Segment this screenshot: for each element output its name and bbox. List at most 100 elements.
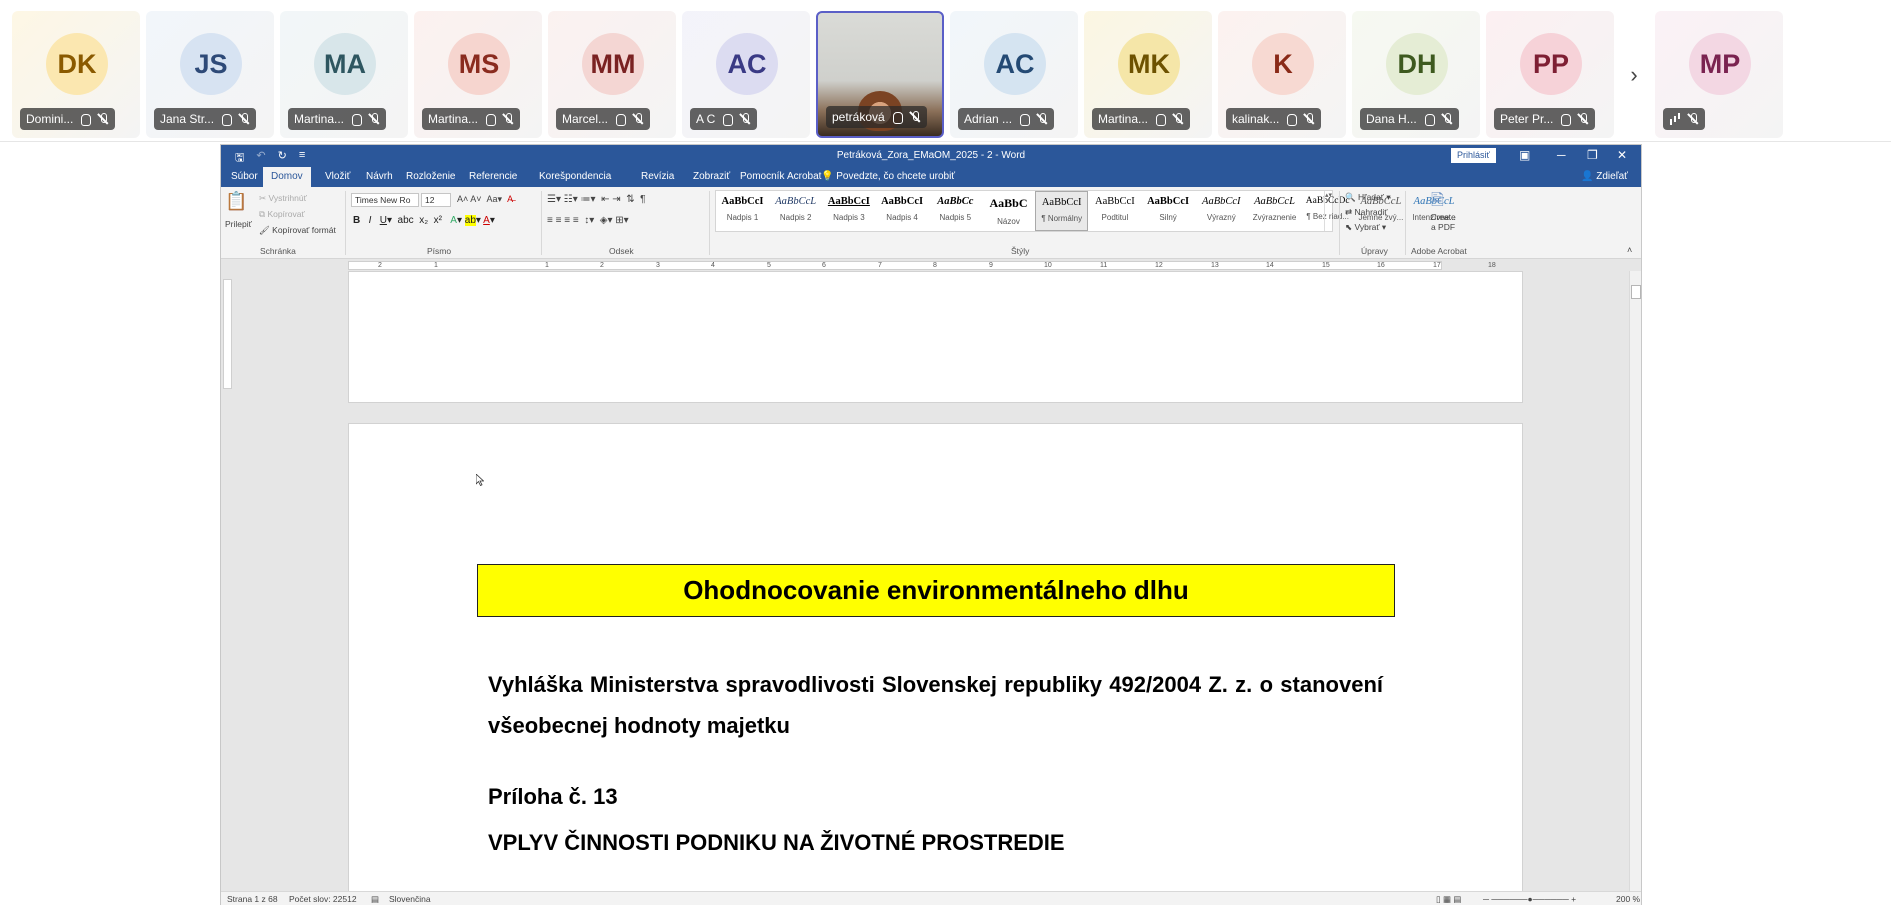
format-painter-button[interactable]: 🖌 Kopírovať formát — [259, 225, 336, 236]
tab-acrobat[interactable]: Acrobat — [787, 171, 821, 182]
participant-tile[interactable]: MA Martina... — [280, 11, 408, 138]
hand-icon — [350, 113, 363, 126]
status-bar: Strana 1 z 68 Počet slov: 22512 ▤ Sloven… — [221, 891, 1641, 905]
page-indicator[interactable]: Strana 1 z 68 — [227, 894, 278, 904]
participant-tile[interactable]: Kkalinak... — [1218, 11, 1346, 138]
font-group-label: Písmo — [427, 246, 452, 256]
styles-more-icon[interactable]: ▴▾ — [1324, 191, 1332, 231]
style-item[interactable]: AaBbCcL Nadpis 2 — [769, 191, 822, 231]
word-count[interactable]: Počet slov: 22512 — [289, 894, 357, 904]
participant-name: Martina... — [294, 112, 345, 126]
style-label: Nadpis 1 — [726, 213, 759, 222]
style-item[interactable]: AaBbCc Nadpis 5 — [929, 191, 982, 231]
select-button[interactable]: ⬉ Vybrať ▾ — [1345, 222, 1386, 233]
participant-name: Jana Str... — [160, 112, 215, 126]
document-title-banner: Ohodnocovanie environmentálneho dlhu — [477, 564, 1395, 617]
ribbon: 📋 Prilepiť ✂ Vystrihnúť ⧉ Kopírovať 🖌 Ko… — [221, 187, 1641, 259]
scrollbar-thumb[interactable] — [1631, 285, 1641, 299]
style-item[interactable]: AaBbCcI Podtitul — [1088, 191, 1141, 231]
tab-subor[interactable]: Súbor — [231, 171, 258, 182]
document-page-2[interactable]: Ohodnocovanie environmentálneho dlhu Vyh… — [348, 423, 1523, 891]
tab-revizia[interactable]: Revízia — [641, 171, 674, 182]
tab-korespondencia[interactable]: Korešpondencia — [539, 171, 611, 182]
tab-vlozit[interactable]: Vložiť — [325, 171, 350, 182]
participant-tile[interactable]: DK Domini... — [12, 11, 140, 138]
next-participants-button[interactable]: › — [1616, 11, 1652, 138]
ruler-number: 7 — [878, 262, 882, 269]
ruler-number: 14 — [1266, 262, 1274, 269]
restore-icon[interactable]: ❐ — [1587, 148, 1598, 162]
find-button[interactable]: 🔍 Hľadať ▾ — [1345, 192, 1391, 203]
tab-referencie[interactable]: Referencie — [469, 171, 517, 182]
style-item[interactable]: AaBbC Názov — [982, 191, 1035, 231]
chevron-right-icon: › — [1630, 61, 1638, 87]
font-format-buttons[interactable]: B I U▾ abc x₂ x² A▾ ab▾ A▾ — [353, 215, 495, 226]
participant-tile[interactable]: DH Dana H... — [1352, 11, 1480, 138]
separator — [1405, 191, 1406, 255]
tab-navrh[interactable]: Návrh — [366, 171, 393, 182]
paste-icon[interactable]: 📋 — [225, 191, 247, 212]
minimize-icon[interactable]: ─ — [1557, 148, 1566, 162]
share-button[interactable]: 👤 Zdieľať — [1581, 171, 1628, 182]
ribbon-display-icon[interactable]: ▣ — [1519, 148, 1530, 162]
tab-rozlozenie[interactable]: Rozloženie — [406, 171, 455, 182]
style-label: Zvýraznenie — [1252, 213, 1297, 222]
zoom-level[interactable]: 200 % — [1616, 894, 1640, 904]
participant-name-tag: kalinak... — [1226, 108, 1322, 130]
participant-name-tag: A C — [690, 108, 758, 130]
signin-button[interactable]: Prihlásiť — [1451, 148, 1496, 163]
style-item[interactable]: AaBbCcI ¶ Normálny — [1035, 191, 1089, 231]
participant-tile[interactable]: MS Martina... — [414, 11, 542, 138]
participant-tile[interactable]: AC Adrian ... — [950, 11, 1078, 138]
proofing-icon[interactable]: ▤ — [371, 894, 379, 905]
participant-tile[interactable]: MM Marcel... — [548, 11, 676, 138]
cut-button[interactable]: ✂ Vystrihnúť — [259, 193, 307, 204]
paste-button[interactable]: Prilepiť — [225, 219, 252, 229]
ruler-number: 9 — [989, 262, 993, 269]
language-indicator[interactable]: Slovenčina — [389, 894, 431, 904]
participant-name: A C — [696, 112, 716, 126]
ruler-number: 15 — [1322, 262, 1330, 269]
participant-tile[interactable]: MP — [1655, 11, 1783, 138]
hand-icon — [484, 113, 497, 126]
style-item[interactable]: AaBbCcI Nadpis 3 — [822, 191, 875, 231]
vertical-scrollbar[interactable] — [1629, 271, 1641, 891]
title-bar: 🖫 ↶ ↻ ≡ Petráková_Zora_EMaOM_2025 - 2 - … — [221, 145, 1641, 167]
create-pdf-button[interactable]: Create a PDF — [1425, 212, 1461, 232]
alignment-buttons[interactable]: ≡ ≡ ≡ ≡ ↕▾ ◈▾ ⊞▾ — [547, 215, 629, 226]
ruler-number: 5 — [767, 262, 771, 269]
participant-tile[interactable]: AC A C — [682, 11, 810, 138]
participant-tile[interactable]: PP Peter Pr... — [1486, 11, 1614, 138]
ruler-number: 6 — [822, 262, 826, 269]
copy-button[interactable]: ⧉ Kopírovať — [259, 209, 305, 220]
font-size-select[interactable]: 12 — [421, 193, 451, 207]
tab-zobrazit[interactable]: Zobraziť — [693, 171, 730, 182]
list-buttons[interactable]: ☰▾ ☷▾ ≔▾ ⇤ ⇥ ⇅ ¶ — [547, 194, 646, 205]
tab-domov[interactable]: Domov — [263, 167, 311, 187]
word-window: 🖫 ↶ ↻ ≡ Petráková_Zora_EMaOM_2025 - 2 - … — [220, 144, 1642, 905]
horizontal-ruler[interactable]: 2 1 1 2 3 4 5 6 7 8 9 10 11 12 13 14 15 16 17 18 — [221, 260, 1641, 271]
document-area[interactable]: Ohodnocovanie environmentálneho dlhu Vyh… — [235, 271, 1627, 891]
zoom-slider[interactable]: ─ ──────●────── + — [1483, 894, 1576, 904]
view-buttons[interactable]: ▯ ▦ ▤ — [1436, 894, 1461, 905]
vertical-ruler[interactable] — [223, 271, 233, 893]
style-item[interactable]: AaBbCcI Nadpis 1 — [716, 191, 769, 231]
participant-tile[interactable]: petráková — [816, 11, 944, 138]
tell-me-search[interactable]: 💡 Povedzte, čo chcete urobiť — [821, 171, 955, 182]
participant-tile[interactable]: MK Martina... — [1084, 11, 1212, 138]
styles-group-label: Štýly — [1011, 246, 1030, 256]
ruler-number: 2 — [600, 262, 604, 269]
font-name-select[interactable]: Times New Ro — [351, 193, 419, 207]
style-item[interactable]: AaBbCcI Výrazný — [1195, 191, 1248, 231]
style-item[interactable]: AaBbCcI Silný — [1142, 191, 1195, 231]
close-icon[interactable]: ✕ — [1617, 148, 1627, 162]
ruler-number: 10 — [1044, 262, 1052, 269]
replace-button[interactable]: ⇄ Nahradiť — [1345, 207, 1387, 218]
document-page-1[interactable] — [348, 271, 1523, 403]
style-item[interactable]: AaBbCcL Zvýraznenie — [1248, 191, 1301, 231]
style-item[interactable]: AaBbCcI Nadpis 4 — [876, 191, 929, 231]
participant-tile[interactable]: JS Jana Str... — [146, 11, 274, 138]
font-grow-shrink-buttons[interactable]: A˄ A˅ Aa▾ A̶ — [457, 194, 513, 205]
collapse-ribbon-icon[interactable]: ˄ — [1627, 245, 1632, 255]
tab-pomocnik[interactable]: Pomocník — [740, 171, 784, 182]
